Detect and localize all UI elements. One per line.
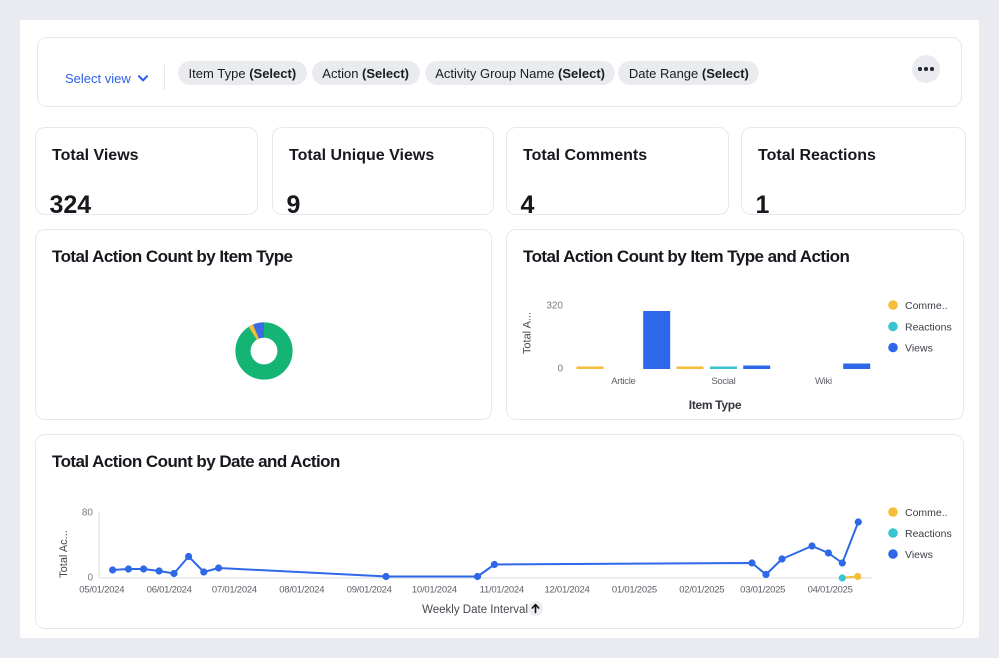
svg-text:0: 0 [557,364,563,375]
svg-text:80: 80 [82,508,94,519]
svg-text:05/01/2024: 05/01/2024 [79,585,124,596]
svg-text:Views: Views [905,549,933,561]
svg-text:06/01/2024: 06/01/2024 [147,585,192,596]
svg-text:Total Ac...: Total Ac... [58,530,70,578]
svg-text:Comme..: Comme.. [905,507,948,519]
svg-text:Comme..: Comme.. [905,300,948,312]
svg-text:Reactions: Reactions [905,322,952,334]
svg-text:08/01/2024: 08/01/2024 [279,585,324,596]
svg-text:Weekly Date Interval: Weekly Date Interval [422,604,528,616]
svg-text:320: 320 [546,301,563,312]
svg-text:Wiki: Wiki [815,376,832,387]
svg-text:0: 0 [87,573,93,584]
svg-text:03/01/2025: 03/01/2025 [740,585,785,596]
svg-text:02/01/2025: 02/01/2025 [679,585,724,596]
svg-text:Total A...: Total A... [522,312,534,354]
svg-text:11/01/2024: 11/01/2024 [480,585,524,596]
svg-text:07/01/2024: 07/01/2024 [212,585,257,596]
svg-text:10/01/2024: 10/01/2024 [412,585,457,596]
svg-text:01/01/2025: 01/01/2025 [612,585,657,596]
svg-text:Item Type: Item Type [689,398,742,412]
svg-text:Reactions: Reactions [905,528,952,540]
svg-text:Social: Social [711,376,735,387]
svg-text:09/01/2024: 09/01/2024 [347,585,392,596]
svg-text:Article: Article [611,376,635,387]
svg-text:04/01/2025: 04/01/2025 [808,585,853,596]
svg-text:12/01/2024: 12/01/2024 [544,585,589,596]
svg-text:Views: Views [905,343,933,355]
